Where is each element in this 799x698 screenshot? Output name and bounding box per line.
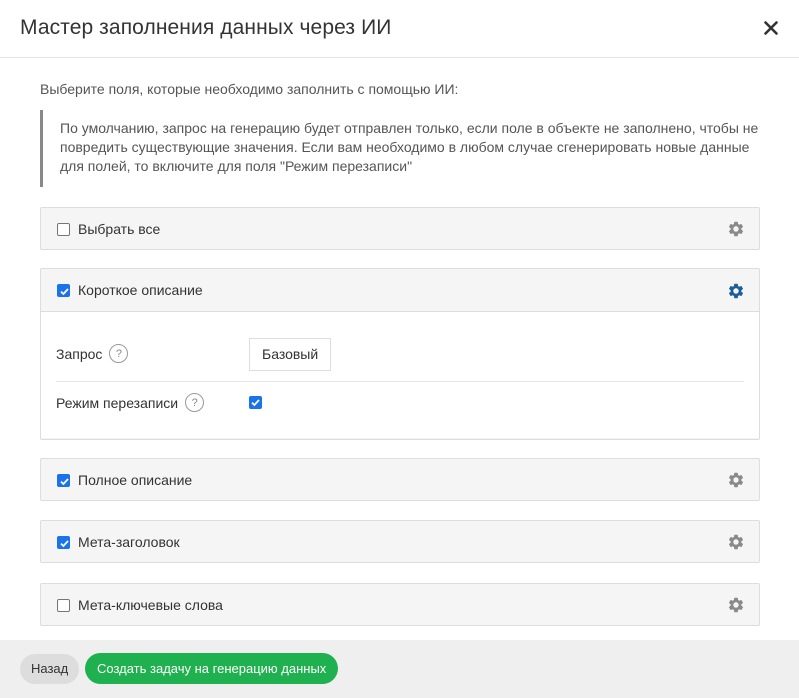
checkmark-icon bbox=[60, 540, 69, 548]
request-select-button[interactable]: Базовый bbox=[249, 338, 332, 371]
meta-title-label: Мета-заголовок bbox=[78, 534, 180, 550]
gear-icon[interactable] bbox=[727, 471, 745, 489]
dialog-body: Выберите поля, которые необходимо заполн… bbox=[0, 58, 799, 640]
dialog-footer: Назад Создать задачу на генерацию данных bbox=[0, 640, 799, 698]
full-description-label: Полное описание bbox=[78, 472, 193, 488]
close-button[interactable] bbox=[759, 14, 783, 42]
overwrite-row: Режим перезаписи ? bbox=[56, 393, 205, 412]
help-icon[interactable]: ? bbox=[185, 393, 205, 412]
panel-full-description-header[interactable]: Полное описание bbox=[41, 459, 759, 500]
panel-short-description-header[interactable]: Короткое описание bbox=[41, 269, 759, 312]
full-description-checkbox[interactable] bbox=[57, 474, 70, 487]
intro-text: Выберите поля, которые необходимо заполн… bbox=[40, 81, 459, 97]
close-icon bbox=[764, 21, 778, 35]
dialog-header: Мастер заполнения данных через ИИ bbox=[0, 0, 799, 58]
short-description-label: Короткое описание bbox=[78, 282, 203, 298]
panel-select-all: Выбрать все bbox=[40, 207, 760, 250]
panel-meta-title: Мета-заголовок bbox=[40, 520, 760, 563]
panel-meta-title-header[interactable]: Мета-заголовок bbox=[41, 521, 759, 562]
checkmark-icon bbox=[60, 478, 69, 486]
meta-title-checkbox[interactable] bbox=[57, 536, 70, 549]
gear-icon[interactable] bbox=[727, 596, 745, 614]
divider bbox=[56, 381, 744, 382]
checkmark-icon bbox=[60, 288, 69, 296]
overwrite-checkbox[interactable] bbox=[249, 396, 262, 409]
back-button[interactable]: Назад bbox=[20, 654, 80, 684]
info-note-text: По умолчанию, запрос на генерацию будет … bbox=[60, 120, 759, 174]
select-all-label: Выбрать все bbox=[78, 221, 161, 237]
panel-select-all-header[interactable]: Выбрать все bbox=[41, 208, 759, 249]
gear-icon[interactable] bbox=[727, 533, 745, 551]
dialog-title: Мастер заполнения данных через ИИ bbox=[20, 16, 392, 39]
panel-short-description-body: Запрос ? Базовый Режим перезаписи ? bbox=[41, 312, 759, 438]
request-row: Запрос ? bbox=[56, 344, 129, 363]
request-label: Запрос bbox=[56, 345, 103, 362]
gear-icon[interactable] bbox=[727, 282, 745, 300]
short-description-checkbox[interactable] bbox=[57, 284, 70, 297]
panel-meta-keywords: Мета-ключевые слова bbox=[40, 583, 760, 626]
panel-short-description: Короткое описание Запрос ? Базовый Режим… bbox=[40, 268, 760, 440]
gear-icon[interactable] bbox=[727, 220, 745, 238]
info-note: По умолчанию, запрос на генерацию будет … bbox=[40, 110, 760, 187]
select-all-checkbox[interactable] bbox=[57, 223, 70, 236]
meta-keywords-checkbox[interactable] bbox=[57, 599, 70, 612]
checkmark-icon bbox=[251, 399, 260, 407]
panel-full-description: Полное описание bbox=[40, 458, 760, 501]
overwrite-label: Режим перезаписи bbox=[56, 394, 179, 411]
panel-meta-keywords-header[interactable]: Мета-ключевые слова bbox=[41, 584, 759, 625]
help-icon[interactable]: ? bbox=[109, 344, 129, 363]
create-task-button[interactable]: Создать задачу на генерацию данных bbox=[85, 653, 339, 684]
meta-keywords-label: Мета-ключевые слова bbox=[78, 597, 223, 613]
